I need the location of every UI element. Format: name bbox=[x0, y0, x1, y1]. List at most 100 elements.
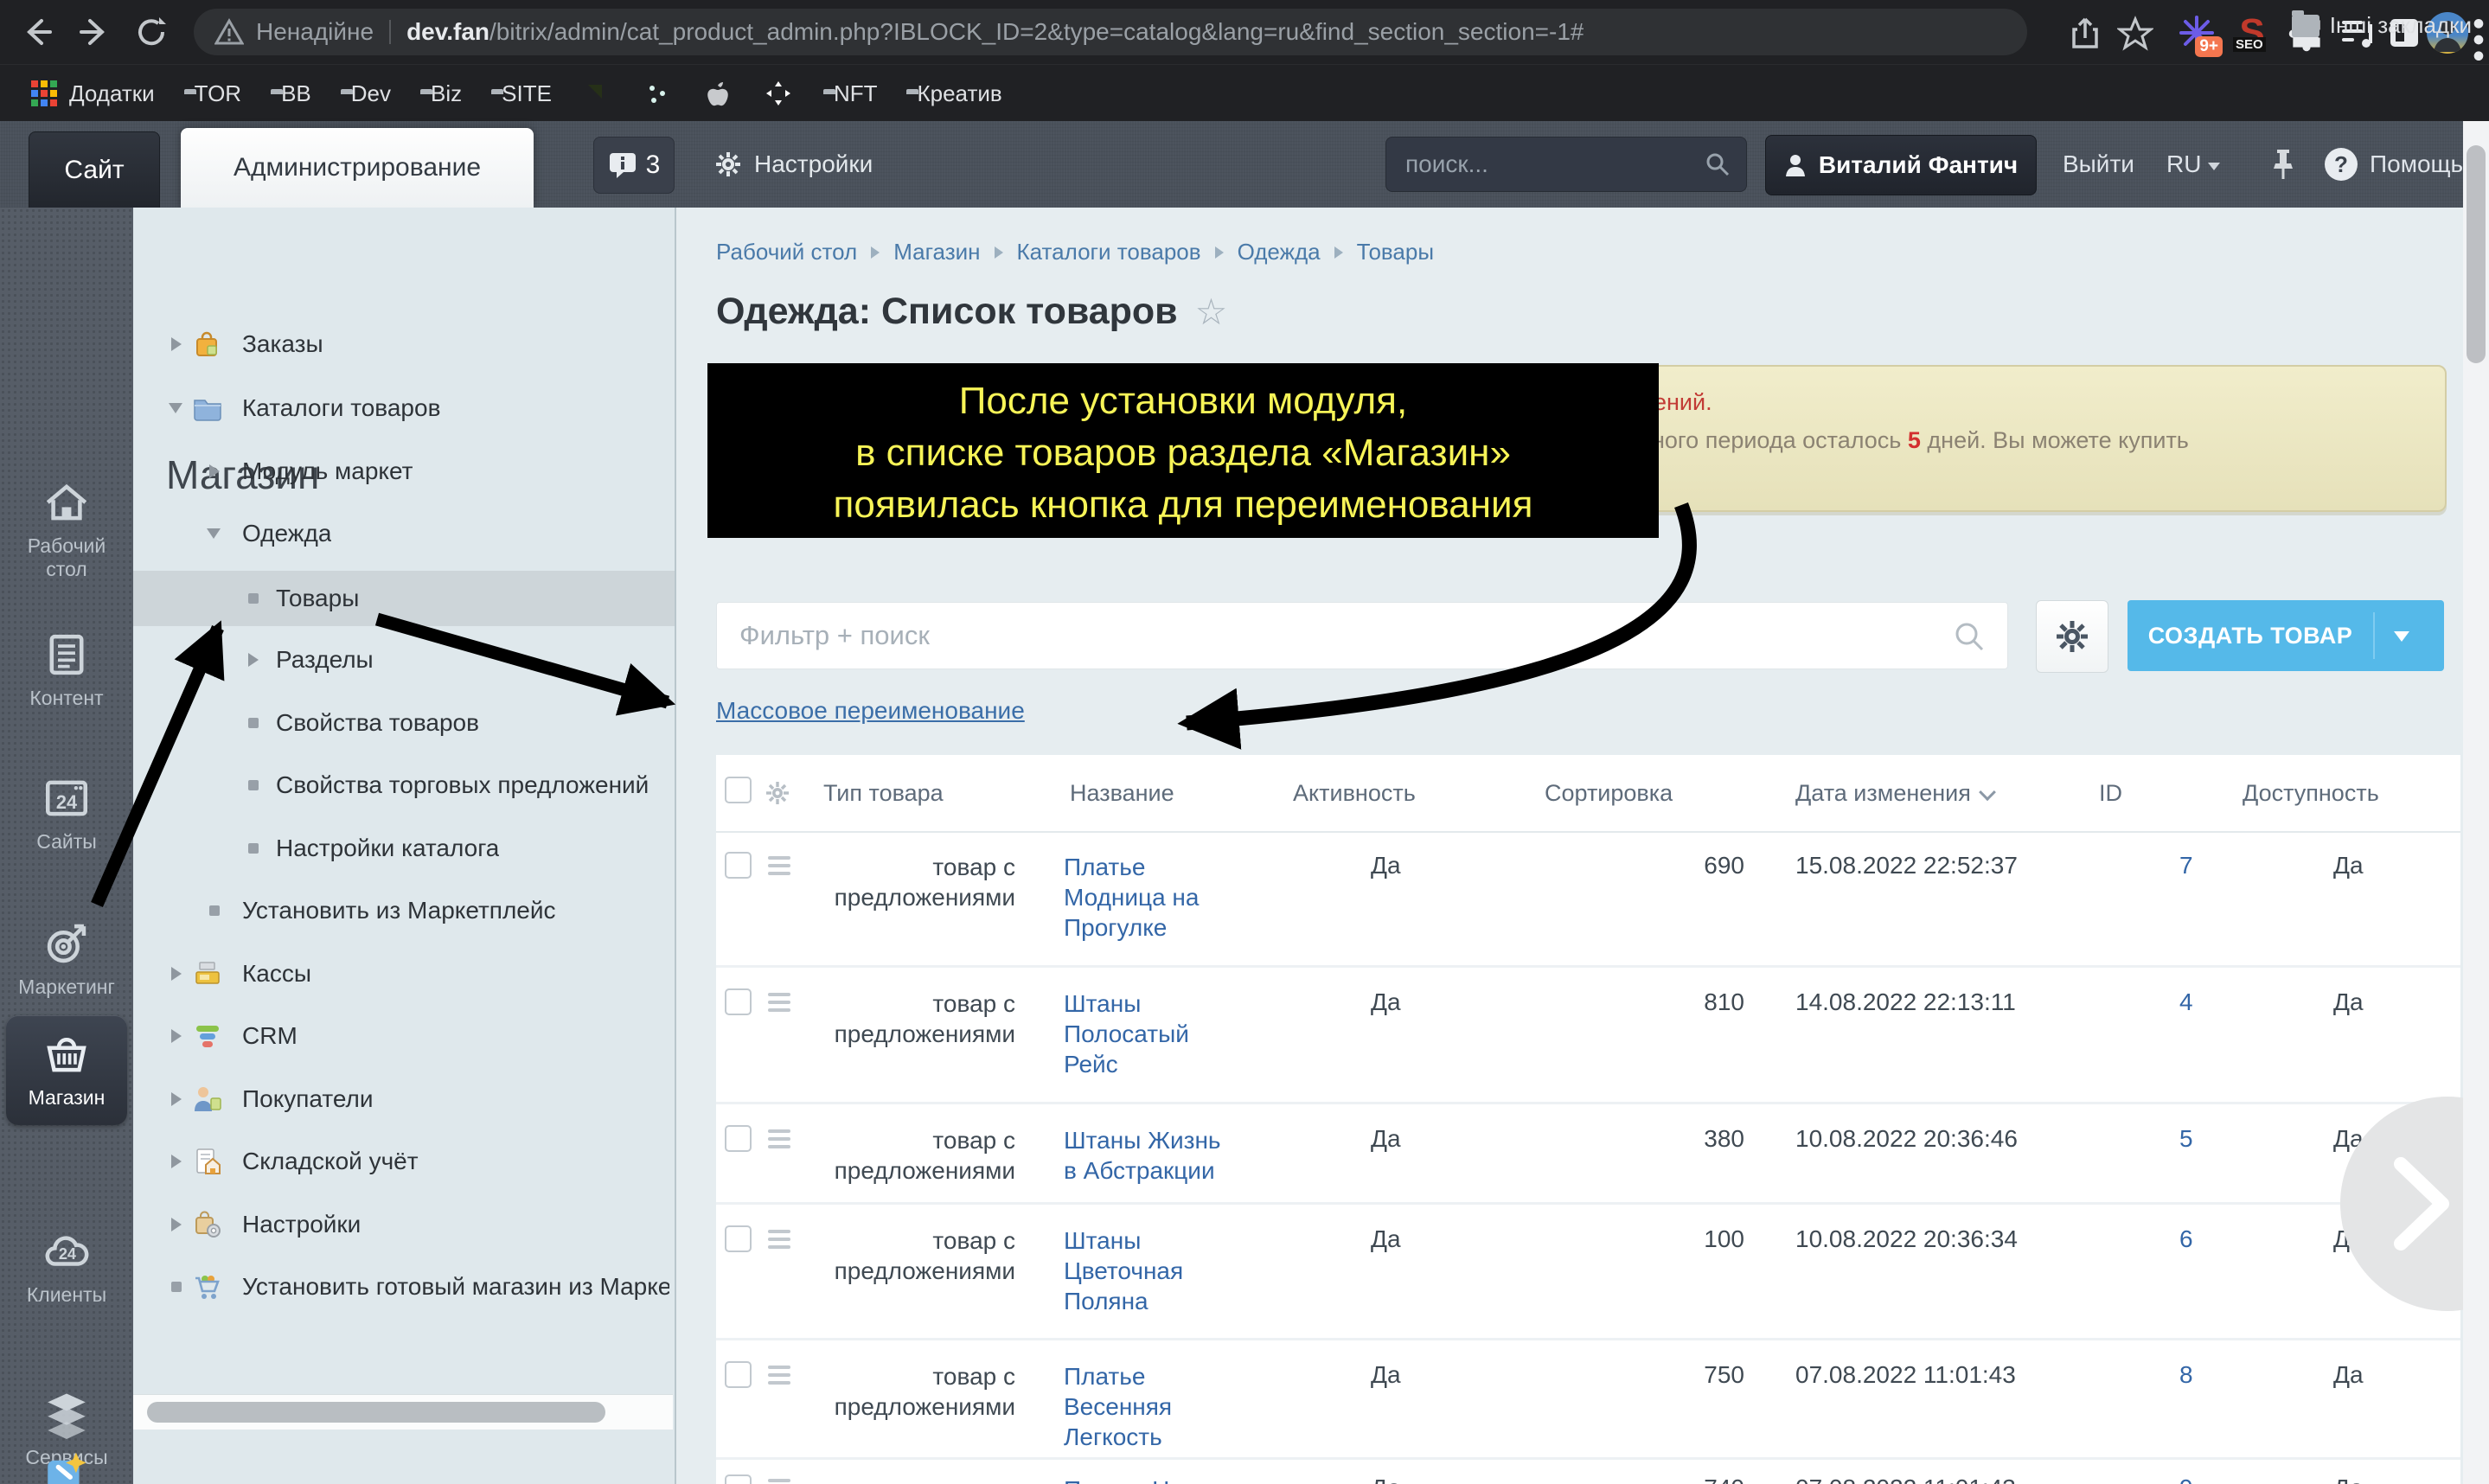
expand-arrow-icon[interactable] bbox=[171, 1155, 182, 1168]
bookmark-star-icon[interactable] bbox=[2117, 16, 2153, 52]
rail-item-desktop-home[interactable]: Рабочий стол bbox=[0, 477, 133, 581]
reload-icon[interactable] bbox=[133, 14, 170, 50]
expand-arrow-icon[interactable] bbox=[171, 967, 182, 981]
row-checkbox[interactable] bbox=[725, 1125, 752, 1152]
sidebar-item-7[interactable]: Свойства торговых предложений bbox=[133, 758, 675, 813]
row-checkbox[interactable] bbox=[725, 1474, 752, 1484]
row-checkbox[interactable] bbox=[725, 988, 752, 1015]
scrollbar-thumb[interactable] bbox=[2467, 145, 2486, 363]
product-id-link[interactable]: 5 bbox=[2179, 1125, 2193, 1152]
product-id-link[interactable]: 7 bbox=[2179, 852, 2193, 879]
rail-item-wizard[interactable] bbox=[0, 1449, 133, 1484]
sidebar-item-15[interactable]: Установить готовый магазин из Маркетп bbox=[133, 1259, 675, 1314]
row-menu-icon[interactable] bbox=[765, 1474, 790, 1484]
user-button[interactable]: Виталий Фантич bbox=[1765, 135, 2037, 195]
col-modified[interactable]: Дата изменения bbox=[1795, 780, 2099, 807]
extension-starburst-icon[interactable]: 9+ bbox=[2176, 12, 2217, 54]
collapse-arrow-icon[interactable] bbox=[207, 528, 221, 539]
sidebar-item-6[interactable]: Свойства товаров bbox=[133, 695, 675, 751]
row-menu-icon[interactable] bbox=[765, 1125, 790, 1153]
expand-arrow-icon[interactable] bbox=[171, 1092, 182, 1106]
sidebar-item-9[interactable]: Установить из Маркетплейс bbox=[133, 883, 675, 938]
bookmark-bb[interactable]: BB bbox=[271, 80, 311, 107]
rail-item-content-doc[interactable]: Контент bbox=[0, 630, 133, 710]
sidebar-item-11[interactable]: CRM bbox=[133, 1008, 675, 1064]
pin-icon[interactable] bbox=[2270, 137, 2296, 192]
col-active[interactable]: Активность bbox=[1293, 780, 1545, 807]
bookmark-dev[interactable]: Dev bbox=[341, 80, 391, 107]
col-id[interactable]: ID bbox=[2099, 780, 2243, 807]
col-sort[interactable]: Сортировка bbox=[1545, 780, 1795, 807]
security-warning-icon[interactable] bbox=[214, 17, 244, 47]
product-name-link[interactable]: Штаны Жизньв Абстракции bbox=[1064, 1127, 1221, 1184]
expand-arrow-icon[interactable] bbox=[209, 464, 220, 478]
create-dropdown-caret[interactable] bbox=[2394, 631, 2409, 642]
notifications-button[interactable]: 3 bbox=[593, 137, 675, 194]
security-label[interactable]: Ненадійне bbox=[256, 18, 374, 46]
other-bookmarks[interactable]: Інші закладки bbox=[2292, 12, 2472, 39]
url-bar[interactable]: Ненадійне dev.fan /bitrix/admin/cat_prod… bbox=[194, 9, 2027, 55]
col-availability[interactable]: Доступность bbox=[2243, 780, 2460, 807]
rail-item-shop-basket[interactable]: Магазин bbox=[6, 1015, 127, 1125]
scrollbar-thumb[interactable] bbox=[147, 1402, 605, 1423]
language-switch[interactable]: RU bbox=[2166, 137, 2220, 192]
bulk-rename-link[interactable]: Массовое переименование bbox=[716, 697, 1025, 725]
sidebar-item-0[interactable]: Заказы bbox=[133, 317, 675, 372]
bookmark-nft[interactable]: NFT bbox=[823, 80, 878, 107]
col-type[interactable]: Тип товара bbox=[812, 780, 1055, 807]
row-menu-icon[interactable] bbox=[765, 1361, 790, 1389]
logout-link[interactable]: Выйти bbox=[2063, 137, 2134, 192]
rail-item-marketing-target[interactable]: Маркетинг bbox=[0, 918, 133, 999]
col-name[interactable]: Название bbox=[1055, 780, 1293, 807]
help-link[interactable]: ? Помощь bbox=[2325, 137, 2463, 192]
tab-site[interactable]: Сайт bbox=[29, 131, 160, 208]
product-name-link[interactable]: Платье Ночная bbox=[1064, 1476, 1235, 1484]
sidebar-item-8[interactable]: Настройки каталога bbox=[133, 821, 675, 876]
sidebar-item-13[interactable]: Складской учёт bbox=[133, 1134, 675, 1189]
row-menu-icon[interactable] bbox=[765, 988, 790, 1016]
expand-arrow-icon[interactable] bbox=[171, 1029, 182, 1043]
rail-item-clients-cloud[interactable]: 24Клиенты bbox=[0, 1226, 133, 1307]
bookmark-favicon-7[interactable] bbox=[642, 78, 673, 109]
columns-settings-gear-icon[interactable] bbox=[765, 780, 790, 806]
product-name-link[interactable]: ШтаныЦветочнаяПоляна bbox=[1064, 1227, 1183, 1314]
tab-administration[interactable]: Администрирование bbox=[181, 128, 534, 208]
row-checkbox[interactable] bbox=[725, 1361, 752, 1388]
bookmark-favicon-6[interactable] bbox=[581, 78, 612, 109]
row-checkbox[interactable] bbox=[725, 1225, 752, 1252]
product-id-link[interactable]: 8 bbox=[2179, 1361, 2193, 1388]
favorite-star-icon[interactable]: ☆ bbox=[1195, 291, 1228, 333]
sidebar-item-10[interactable]: Кассы bbox=[133, 946, 675, 1001]
product-id-link[interactable]: 6 bbox=[2179, 1225, 2193, 1252]
product-name-link[interactable]: ПлатьеВесенняяЛегкость bbox=[1064, 1363, 1172, 1450]
browser-menu-icon[interactable] bbox=[2472, 12, 2486, 54]
product-id-link[interactable]: 9 bbox=[2179, 1474, 2193, 1484]
header-search-input[interactable]: поиск... bbox=[1385, 137, 1747, 192]
header-settings[interactable]: Настройки bbox=[714, 137, 873, 192]
bookmark-favicon-9[interactable] bbox=[763, 78, 794, 109]
row-checkbox[interactable] bbox=[725, 852, 752, 879]
expand-arrow-icon[interactable] bbox=[171, 1218, 182, 1231]
rail-item-sites-window[interactable]: 24Сайты bbox=[0, 773, 133, 854]
product-name-link[interactable]: ПлатьеМодница наПрогулке bbox=[1064, 854, 1199, 941]
create-product-button[interactable]: СОЗДАТЬ ТОВАР bbox=[2127, 600, 2444, 671]
vertical-scrollbar[interactable] bbox=[2463, 121, 2489, 1484]
sidebar-item-12[interactable]: Покупатели bbox=[133, 1071, 675, 1127]
sidebar-horizontal-scrollbar[interactable] bbox=[133, 1394, 673, 1430]
bookmark-favicon-8[interactable] bbox=[702, 78, 733, 109]
select-all-checkbox[interactable] bbox=[725, 777, 752, 803]
collapse-arrow-icon[interactable] bbox=[169, 403, 182, 413]
sidebar-item-3[interactable]: Одежда bbox=[133, 506, 675, 561]
forward-icon[interactable] bbox=[76, 14, 112, 50]
sidebar-item-4[interactable]: Товары bbox=[133, 571, 675, 626]
bookmark-додатки[interactable]: Додатки bbox=[29, 79, 155, 108]
product-name-link[interactable]: ШтаныПолосатыйРейс bbox=[1064, 990, 1189, 1078]
extension-seo-icon[interactable]: S SEO bbox=[2231, 12, 2273, 54]
breadcrumb-item[interactable]: Товары bbox=[1357, 239, 1434, 265]
sidebar-item-1[interactable]: Каталоги товаров bbox=[133, 381, 675, 436]
bookmark-tor[interactable]: TOR bbox=[184, 80, 241, 107]
row-menu-icon[interactable] bbox=[765, 852, 790, 880]
row-menu-icon[interactable] bbox=[765, 1225, 790, 1253]
sidebar-item-5[interactable]: Разделы bbox=[133, 632, 675, 688]
bookmark-biz[interactable]: Biz bbox=[420, 80, 462, 107]
